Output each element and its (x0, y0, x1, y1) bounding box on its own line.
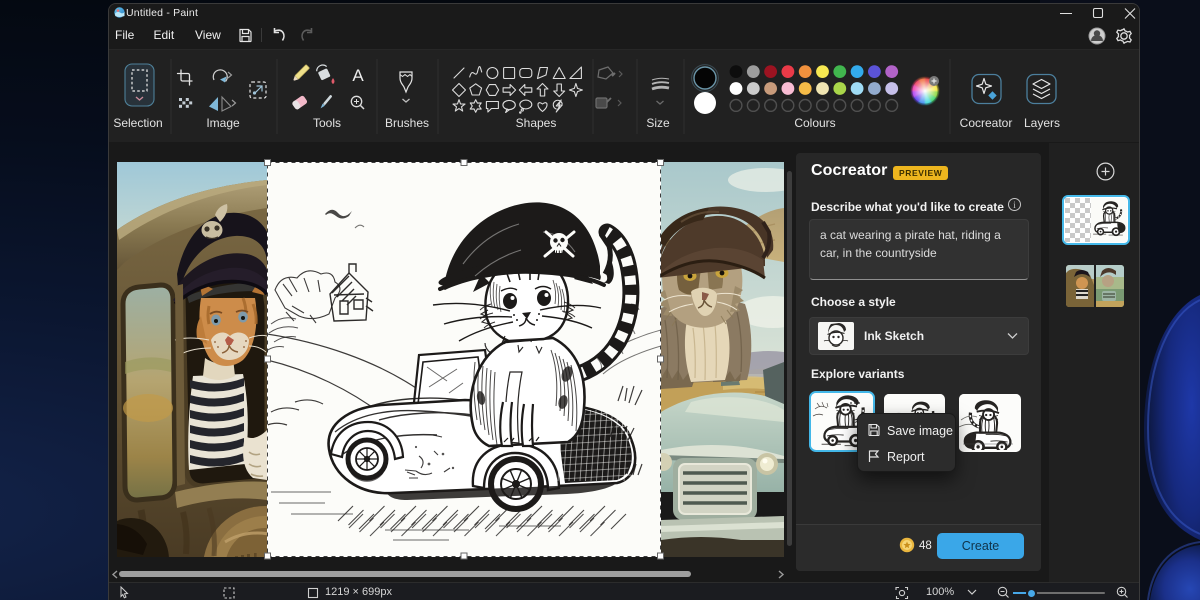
svg-text:A: A (352, 66, 364, 85)
